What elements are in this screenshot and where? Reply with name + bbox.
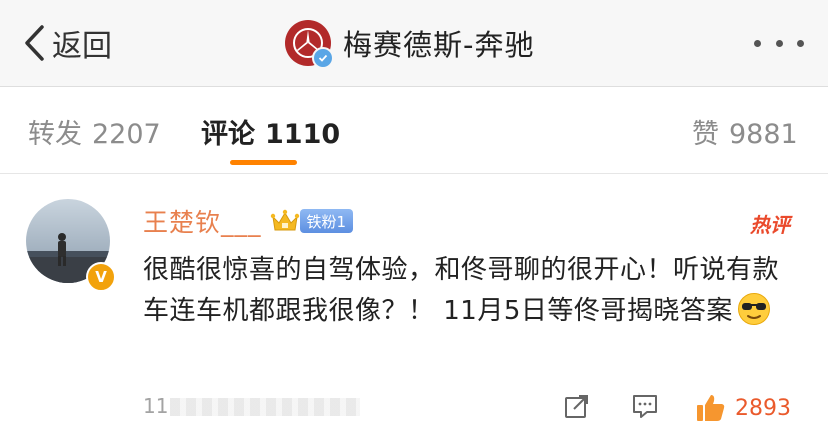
tab-count: 2207 [92, 119, 161, 150]
comment-body: 很酷很惊喜的自驾体验，和佟哥聊的很开心！听说有款车连车机都跟我很像？！ 11月5… [143, 255, 780, 326]
tab-label: 转发 [28, 119, 82, 150]
hot-comment-badge: 热评 [750, 213, 790, 237]
tab-bar: 转发 2207 评论 1110 赞 9881 [0, 87, 828, 174]
page-title-group: 梅赛德斯-奔驰 [285, 19, 535, 69]
brand-avatar[interactable] [285, 20, 334, 69]
like-button[interactable]: 2893 [695, 392, 791, 424]
tab-label: 赞 [692, 119, 719, 150]
tab-count: 9881 [729, 119, 798, 150]
dot-icon [754, 39, 761, 47]
tab-comments[interactable]: 评论 1110 [201, 112, 340, 151]
thumbs-up-icon [697, 395, 725, 421]
tab-likes[interactable]: 赞 9881 [692, 112, 798, 151]
verified-badge-icon [312, 47, 334, 69]
dot-icon [775, 39, 783, 47]
reply-button[interactable] [631, 392, 659, 424]
chevron-left-icon [25, 25, 44, 61]
comment-bubble-icon [633, 395, 657, 418]
comment-item: V 王楚钦___ 铁粉1 热评 很酷很惊喜的自驾体验，和佟哥聊的很开心！听说有款… [0, 174, 828, 435]
dot-icon [797, 39, 804, 47]
page-title: 梅赛德斯-奔驰 [343, 28, 535, 62]
fan-level-badge: 铁粉1 [299, 209, 354, 233]
tab-label: 评论 [201, 119, 255, 150]
back-label: 返回 [52, 29, 112, 64]
like-count: 2893 [735, 395, 791, 421]
active-tab-indicator [230, 160, 297, 165]
share-icon [565, 395, 588, 418]
crown-icon [270, 209, 299, 231]
top-nav-bar: 返回 梅赛德斯-奔驰 [0, 0, 828, 87]
comment-text: 很酷很惊喜的自驾体验，和佟哥聊的很开心！听说有款车连车机都跟我很像？！ 11月5… [143, 250, 793, 332]
user-verified-badge-icon: V [86, 262, 116, 292]
blurred-timestamp [170, 398, 360, 416]
comment-time: 11 [143, 394, 169, 418]
tab-count: 1110 [265, 119, 341, 150]
sunglasses-emoji-icon [737, 293, 770, 325]
more-options-button[interactable] [754, 36, 804, 50]
comment-footer: 11 2893 [0, 392, 828, 426]
repost-button[interactable] [563, 392, 591, 424]
comment-username[interactable]: 王楚钦___ [143, 203, 262, 239]
back-button[interactable]: 返回 [22, 22, 112, 64]
tab-reposts[interactable]: 转发 2207 [28, 112, 161, 151]
comment-header: 王楚钦___ 铁粉1 [143, 203, 354, 239]
